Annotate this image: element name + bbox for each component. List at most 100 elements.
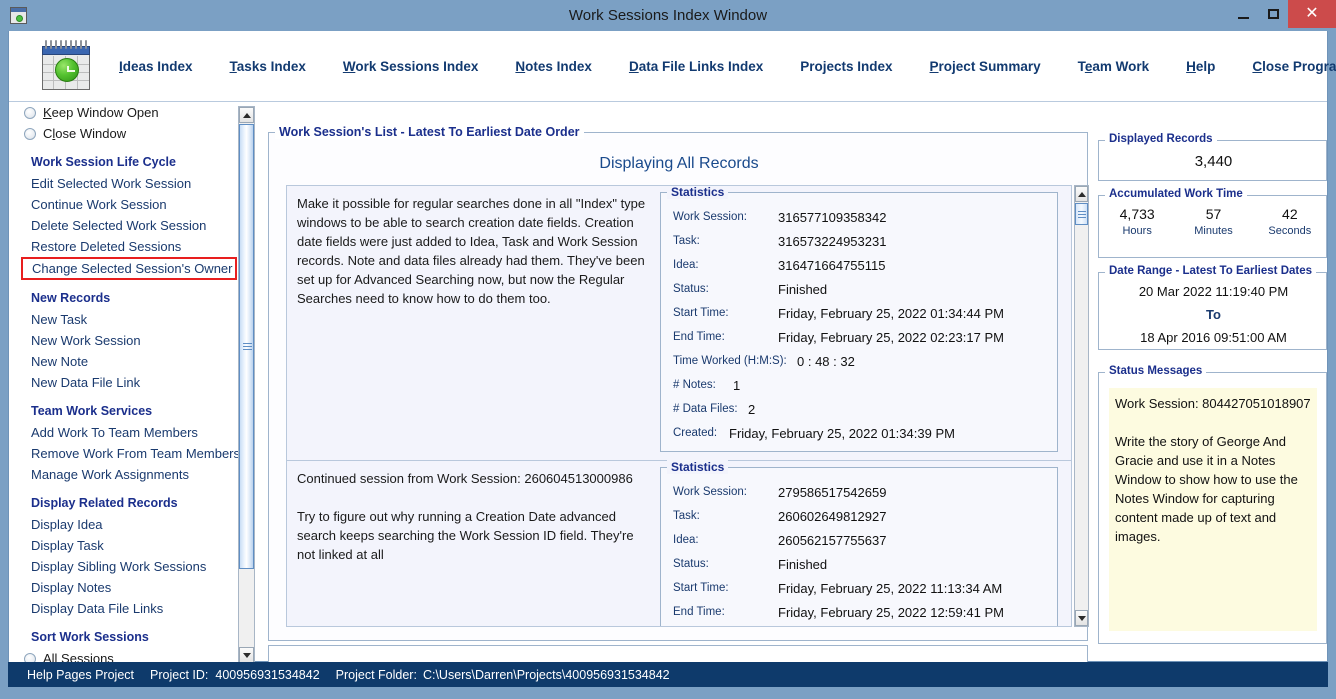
minimize-icon — [1237, 17, 1249, 19]
radio-icon[interactable] — [24, 652, 36, 662]
stat-work-session-label: Work Session: — [673, 486, 747, 498]
stat-notes-count-value: 1 — [733, 377, 741, 393]
sidebar-scrollbar-thumb[interactable] — [239, 124, 254, 569]
date-range-group: Date Range - Latest To Earliest Dates 20… — [1098, 265, 1327, 350]
menu-item-project-summary[interactable]: Project Summary — [930, 55, 1041, 78]
app-window: Work Sessions Index Window ✕ Ideas Index… — [0, 0, 1336, 699]
menu-item-help[interactable]: Help — [1186, 55, 1215, 78]
menu-item-tasks-index[interactable]: Tasks Index — [230, 55, 306, 78]
sidebar-scroll-up-icon[interactable] — [239, 107, 254, 123]
accumulated-work-time-group: Accumulated Work Time 4,733 Hours 57 Minute… — [1098, 188, 1328, 258]
stat-created-value: Friday, February 25, 2022 01:34:39 PM — [729, 425, 955, 441]
sidebar-item-new-work-session[interactable]: New Work Session — [9, 330, 241, 351]
sidebar-item-display-task[interactable]: Display Task — [9, 535, 241, 556]
stat-work-session-label: Work Session: — [673, 211, 747, 223]
sidebar-radio-all-sessions[interactable]: All Sessions — [9, 648, 241, 662]
sidebar-item-add-work-to-team-members[interactable]: Add Work To Team Members — [9, 422, 241, 443]
stat-status-label: Status: — [673, 283, 709, 295]
sidebar-content: Keep Window Open Close Window Work Session… — [9, 102, 241, 662]
stat-status: Status: Finished — [673, 552, 1053, 576]
scrollbar-thumb[interactable] — [1075, 203, 1088, 225]
sidebar-item-new-task[interactable]: New Task — [9, 309, 241, 330]
displayed-records-count: 3,440 — [1194, 153, 1233, 170]
sidebar-item-display-idea[interactable]: Display Idea — [9, 514, 241, 535]
work-session-record[interactable]: Make it possible for regular searches do… — [287, 186, 1071, 461]
radio-icon[interactable] — [24, 106, 36, 119]
sidebar-item-display-data-file-links[interactable]: Display Data File Links — [9, 598, 241, 619]
menu-item-projects-index[interactable]: Projects Index — [800, 55, 892, 78]
maximize-icon — [1267, 9, 1279, 19]
records-scrollbar[interactable] — [1074, 185, 1089, 627]
sidebar-item-display-notes[interactable]: Display Notes — [9, 577, 241, 598]
stat-idea: Idea: 316471664755115 — [673, 253, 1053, 277]
sidebar-item-continue-work-session[interactable]: Continue Work Session — [9, 194, 241, 215]
menu-item-team-work[interactable]: Team Work — [1078, 55, 1150, 78]
sidebar-scrollbar[interactable] — [238, 106, 255, 664]
title-bar: Work Sessions Index Window ✕ — [0, 0, 1336, 31]
sidebar-item-remove-work-from-team-members[interactable]: Remove Work From Team Members — [9, 443, 241, 464]
right-info-panel: Displayed Records 3,440 Accumulated Work… — [1098, 132, 1327, 662]
stat-end-time-value: Friday, February 25, 2022 12:59:41 PM — [778, 604, 1004, 620]
work-session-record[interactable]: Continued session from Work Session: 260… — [287, 460, 1071, 626]
sidebar-heading-new-records: New Records — [31, 291, 111, 305]
sidebar-item-manage-work-assignments[interactable]: Manage Work Assignments — [9, 464, 241, 485]
stat-time-worked-label: Time Worked (H:M:S): — [673, 355, 787, 367]
sidebar-item-change-selected-session-s-owner[interactable]: Change Selected Session's Owner — [21, 257, 237, 280]
stat-end-time: End Time: Friday, February 25, 2022 12:59… — [673, 600, 1053, 624]
scroll-up-icon[interactable] — [1075, 186, 1088, 202]
stat-idea-label: Idea: — [673, 259, 699, 271]
minimize-button[interactable] — [1228, 0, 1258, 28]
menu-item-close-program[interactable]: Close Program — [1252, 55, 1336, 78]
accum-unit: Hours — [1122, 225, 1152, 237]
date-range-legend: Date Range - Latest To Earliest Dates — [1105, 265, 1317, 277]
sidebar-radio-close-window[interactable]: Close Window — [9, 123, 241, 144]
sidebar-item-edit-selected-work-session[interactable]: Edit Selected Work Session — [9, 173, 241, 194]
date-range-earliest: 18 Apr 2016 09:51:00 AM — [1140, 330, 1287, 345]
menu-item-ideas-index[interactable]: Ideas Index — [119, 55, 193, 78]
stat-status-label: Status: — [673, 558, 709, 570]
accumulated-work-time-cells: 4,733 Hours 57 Minutes 42 Seconds — [1099, 206, 1328, 237]
stat-data-files-count-label: # Data Files: — [673, 403, 738, 415]
close-button[interactable]: ✕ — [1288, 0, 1336, 28]
stat-status-value: Finished — [778, 556, 828, 572]
menu-item-data-file-links-index[interactable]: Data File Links Index — [629, 55, 763, 78]
menu-item-work-sessions-index[interactable]: Work Sessions Index — [343, 55, 479, 78]
records-viewport[interactable]: Make it possible for regular searches do… — [286, 185, 1072, 627]
window-bottom-edge — [0, 687, 1336, 699]
statistics-legend: Statistics — [667, 460, 729, 474]
status-messages-group: Status Messages Work Session: 8044270510… — [1098, 365, 1327, 644]
stat-created: Created: Friday, February 25, 2022 01:34:… — [673, 421, 1053, 445]
sidebar-item-restore-deleted-sessions[interactable]: Restore Deleted Sessions — [9, 236, 241, 257]
sidebar-radio-keep-window-open[interactable]: Keep Window Open — [9, 102, 241, 123]
accum-cell-seconds: 42 Seconds — [1252, 206, 1328, 237]
status-project-id-label: Project ID: — [150, 667, 209, 682]
stat-task: Task: 260602649812927 — [673, 504, 1053, 528]
displaying-all-records-label: Displaying All Records — [599, 155, 759, 172]
radio-label: Close Window — [43, 126, 127, 141]
sidebar-heading-team-work-services: Team Work Services — [31, 404, 153, 418]
stat-task-label: Task: — [673, 235, 700, 247]
stat-work-session: Work Session: 316577109358342 — [673, 205, 1053, 229]
scroll-down-icon[interactable] — [1075, 610, 1088, 626]
stat-work-session: Work Session: 279586517542659 — [673, 480, 1053, 504]
record-note-text: Make it possible for regular searches do… — [297, 196, 649, 306]
client-area: Ideas Index Tasks Index Work Sessions Inde… — [8, 31, 1336, 690]
menu-item-notes-index[interactable]: Notes Index — [515, 55, 592, 78]
sidebar-item-new-note[interactable]: New Note — [9, 351, 241, 372]
radio-icon[interactable] — [24, 127, 36, 140]
status-messages-text: Work Session: 804427051018907 Write the … — [1109, 388, 1317, 631]
stat-start-time-label: Start Time: — [673, 582, 729, 594]
sidebar-item-new-data-file-link[interactable]: New Data File Link — [9, 372, 241, 393]
sidebar-item-delete-selected-work-session[interactable]: Delete Selected Work Session — [9, 215, 241, 236]
stat-notes-count: # Notes: 1 — [673, 373, 1053, 397]
accum-cell-hours: 4,733 Hours — [1099, 206, 1175, 237]
stat-end-time-label: End Time: — [673, 331, 725, 343]
stat-idea-label: Idea: — [673, 534, 699, 546]
stat-task-value: 316573224953231 — [778, 233, 887, 249]
accumulated-work-time-legend: Accumulated Work Time — [1105, 188, 1247, 200]
maximize-button[interactable] — [1258, 0, 1288, 28]
sidebar-scroll-down-icon[interactable] — [239, 647, 254, 663]
stat-status: Status: Finished — [673, 277, 1053, 301]
sidebar-item-display-sibling-work-sessions[interactable]: Display Sibling Work Sessions — [9, 556, 241, 577]
stat-data-files-count-value: 2 — [748, 401, 756, 417]
